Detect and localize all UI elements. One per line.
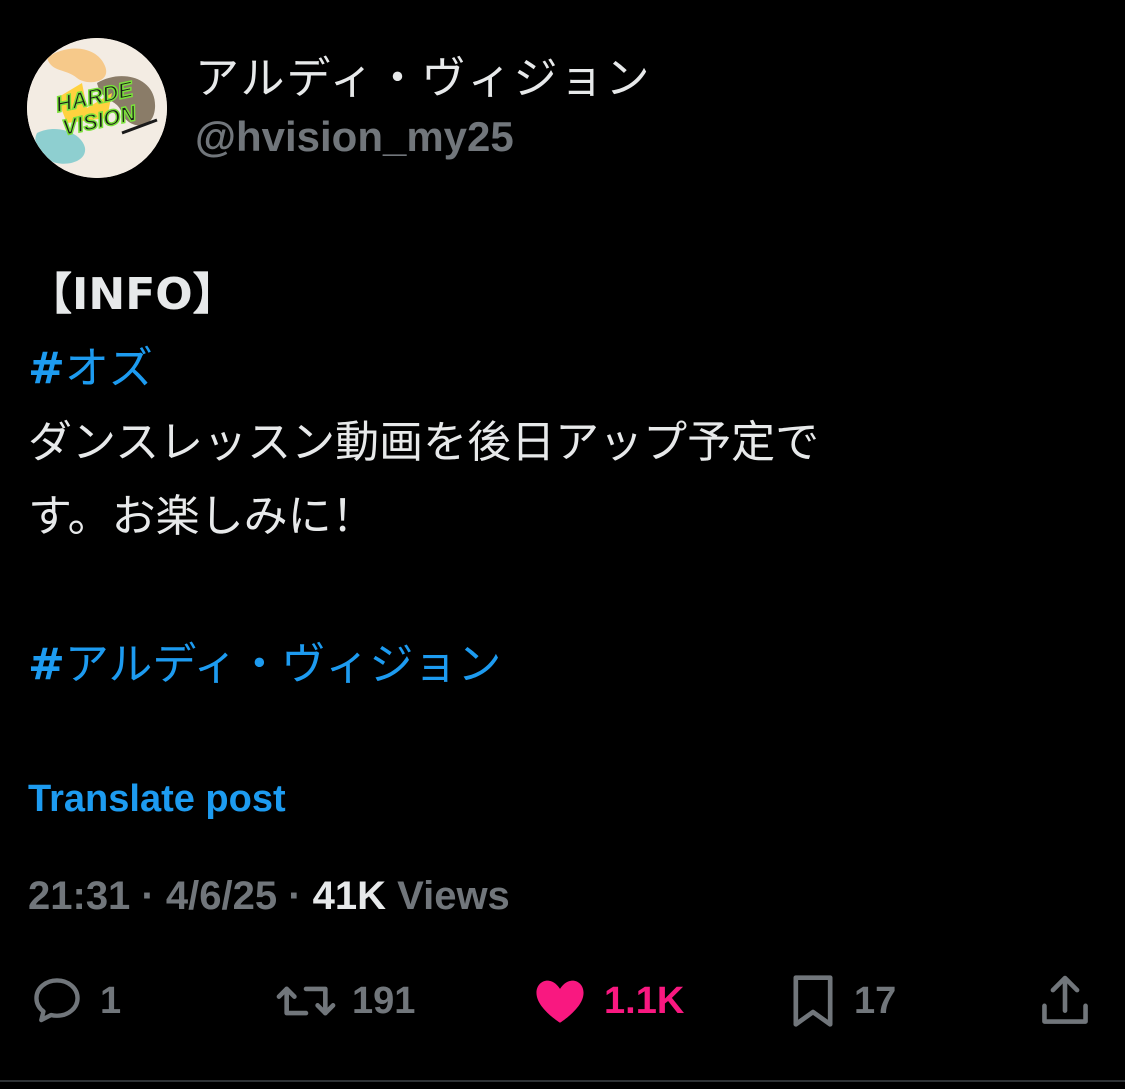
translate-post-link[interactable]: Translate post (28, 774, 286, 824)
hashtag-symbol: # (28, 343, 65, 394)
hashtag-symbol: # (28, 639, 65, 690)
reply-count: 1 (100, 979, 122, 1022)
hashtag-text: オズ (64, 343, 153, 394)
meta-separator: · (277, 874, 313, 918)
post-line-info: 【INFO】 (28, 269, 237, 320)
share-icon (1042, 975, 1088, 1024)
repost-button[interactable]: 191 (274, 966, 415, 1036)
bookmark-button[interactable]: 17 (786, 966, 896, 1036)
post-time[interactable]: 21:31 (28, 874, 130, 918)
post-line-4: す。お楽しみに！ (28, 491, 376, 542)
like-count: 1.1K (604, 979, 685, 1022)
post-date[interactable]: 4/6/25 (166, 874, 277, 918)
views-label: Views (386, 874, 510, 918)
views-count[interactable]: 41K (313, 874, 386, 918)
heart-icon (536, 980, 584, 1023)
share-button[interactable] (1036, 966, 1094, 1036)
bookmark-icon (793, 975, 833, 1027)
post-meta: 21:31 · 4/6/25 · 41K Views (28, 871, 510, 921)
post-text: 【INFO】 #オズ ダンスレッスン動画を後日アップ予定で す。お楽しみに！ #… (28, 258, 1088, 702)
bookmark-count: 17 (854, 979, 897, 1022)
action-bar: 1 191 1.1K 17 (0, 966, 1125, 1036)
hashtag-text: アルディ・ヴィジョン (64, 639, 502, 690)
author-handle[interactable]: @hvision_my25 (195, 109, 651, 165)
bottom-divider (0, 1080, 1125, 1082)
post-header: HARDE VISION アルディ・ヴィジョン @hvision_my25 (27, 38, 651, 178)
avatar[interactable]: HARDE VISION (27, 38, 167, 178)
author-names: アルディ・ヴィジョン @hvision_my25 (195, 51, 651, 165)
repost-icon (276, 986, 336, 1016)
post-line-3: ダンスレッスン動画を後日アップ予定で (28, 417, 820, 468)
reply-icon (34, 978, 80, 1023)
repost-count: 191 (352, 979, 416, 1022)
avatar-logo-image: HARDE VISION (27, 38, 167, 178)
hashtag-oz[interactable]: #オズ (28, 332, 1088, 406)
author-display-name[interactable]: アルディ・ヴィジョン (195, 51, 651, 107)
reply-button[interactable]: 1 (28, 966, 121, 1036)
like-button[interactable]: 1.1K (530, 966, 684, 1036)
hashtag-ardi-vision[interactable]: #アルディ・ヴィジョン (28, 628, 1088, 702)
meta-separator: · (130, 874, 166, 918)
